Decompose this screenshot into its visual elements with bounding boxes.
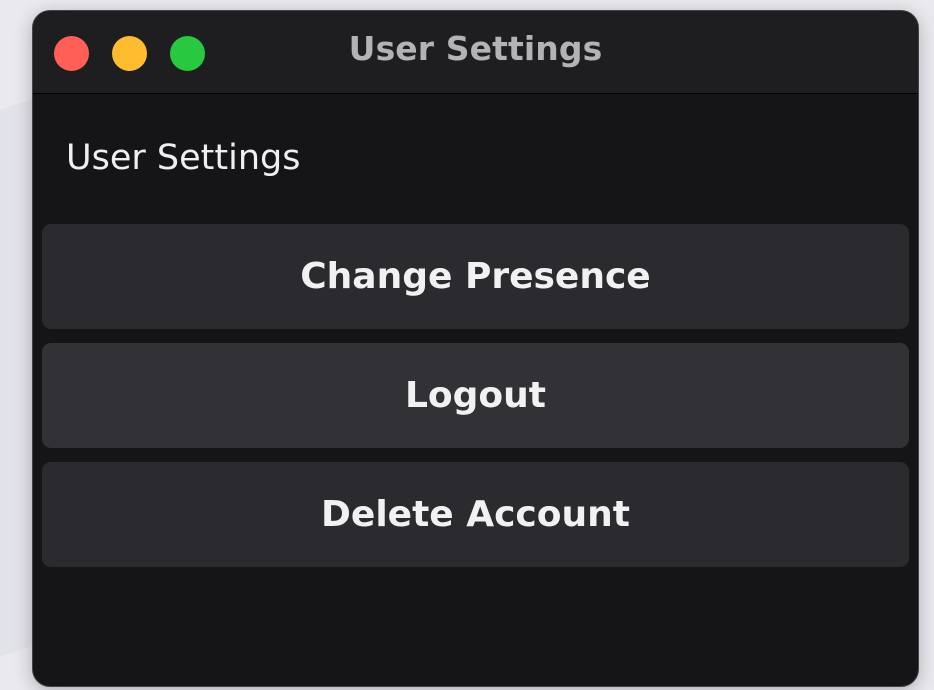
change-presence-button[interactable]: Change Presence [42, 224, 909, 329]
logout-button[interactable]: Logout [42, 343, 909, 448]
section-heading: User Settings [66, 138, 301, 178]
window-titlebar[interactable]: User Settings [33, 11, 918, 94]
user-settings-window: User Settings User Settings Change Prese… [32, 10, 919, 687]
window-title: User Settings [348, 29, 603, 68]
delete-account-button[interactable]: Delete Account [42, 462, 909, 567]
